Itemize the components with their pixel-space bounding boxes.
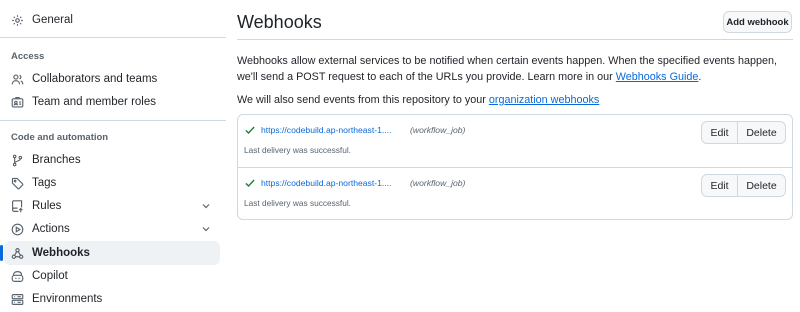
- chevron-down-icon[interactable]: [200, 200, 212, 212]
- delete-button[interactable]: Delete: [738, 122, 785, 143]
- sidebar-item-tags[interactable]: Tags: [4, 171, 220, 195]
- webhook-icon: [10, 246, 24, 260]
- sidebar-item-branches[interactable]: Branches: [4, 148, 220, 172]
- webhook-status: Last delivery was successful.: [244, 198, 351, 208]
- edit-button[interactable]: Edit: [702, 175, 738, 196]
- id-badge-icon: [10, 95, 24, 109]
- sidebar-item-collaborators[interactable]: Collaborators and teams: [4, 67, 220, 91]
- sidebar-item-actions[interactable]: Actions: [4, 217, 220, 241]
- sidebar-item-label: Environments: [32, 293, 103, 305]
- sidebar-item-label: General: [32, 14, 73, 26]
- edit-button[interactable]: Edit: [702, 122, 738, 143]
- webhook-actions: Edit Delete: [701, 174, 786, 197]
- sidebar-item-label: Branches: [32, 154, 81, 166]
- sidebar-divider: [0, 120, 226, 121]
- sidebar-item-environments[interactable]: Environments: [4, 287, 220, 311]
- chevron-down-icon[interactable]: [200, 223, 212, 235]
- section-heading-code-automation: Code and automation: [11, 132, 109, 143]
- sidebar-item-label: Collaborators and teams: [32, 73, 158, 85]
- add-webhook-button[interactable]: Add webhook: [723, 11, 792, 33]
- webhook-event: (workflow_job): [410, 125, 466, 135]
- server-icon: [10, 292, 24, 306]
- webhook-event: (workflow_job): [410, 178, 466, 188]
- settings-sidebar: General Access Collaborators and teams T…: [0, 0, 226, 312]
- org-note-text: We will also send events from this repos…: [237, 94, 489, 106]
- org-webhooks-note: We will also send events from this repos…: [237, 92, 793, 108]
- webhook-url-link[interactable]: https://codebuild.ap-northeast-1....: [261, 178, 391, 188]
- sidebar-item-label: Rules: [32, 200, 62, 212]
- sidebar-item-label: Tags: [32, 177, 57, 189]
- sidebar-item-rules[interactable]: Rules: [4, 194, 220, 218]
- sidebar-item-general[interactable]: General: [4, 8, 220, 32]
- description-end: .: [698, 71, 702, 83]
- delete-button[interactable]: Delete: [738, 175, 785, 196]
- title-divider: [237, 39, 793, 40]
- check-icon: [245, 126, 255, 134]
- sidebar-item-label: Webhooks: [32, 247, 90, 259]
- repo-push-icon: [10, 199, 24, 213]
- people-icon: [10, 72, 24, 86]
- webhooks-description: Webhooks allow external services to be n…: [237, 53, 793, 85]
- webhook-row: https://codebuild.ap-northeast-1.... (wo…: [238, 167, 792, 219]
- section-heading-access: Access: [11, 51, 45, 62]
- check-icon: [245, 179, 255, 187]
- sidebar-divider: [0, 37, 226, 38]
- webhook-url-link[interactable]: https://codebuild.ap-northeast-1....: [261, 125, 391, 135]
- webhook-row: https://codebuild.ap-northeast-1.... (wo…: [238, 115, 792, 167]
- git-branch-icon: [10, 153, 24, 167]
- webhook-status: Last delivery was successful.: [244, 145, 351, 155]
- sidebar-item-copilot[interactable]: Copilot: [4, 264, 220, 288]
- webhooks-guide-link[interactable]: Webhooks Guide: [616, 71, 699, 83]
- gear-icon: [10, 13, 24, 27]
- sidebar-item-label: Copilot: [32, 270, 68, 282]
- webhook-actions: Edit Delete: [701, 121, 786, 144]
- sidebar-item-roles[interactable]: Team and member roles: [4, 90, 220, 114]
- sidebar-item-webhooks[interactable]: Webhooks: [0, 241, 220, 265]
- page-title: Webhooks: [237, 12, 322, 32]
- sidebar-item-label: Actions: [32, 223, 70, 235]
- tag-icon: [10, 176, 24, 190]
- webhook-list: https://codebuild.ap-northeast-1.... (wo…: [237, 114, 793, 220]
- sidebar-item-label: Team and member roles: [32, 96, 156, 108]
- copilot-icon: [10, 269, 24, 283]
- play-icon: [10, 222, 24, 236]
- organization-webhooks-link[interactable]: organization webhooks: [489, 94, 599, 106]
